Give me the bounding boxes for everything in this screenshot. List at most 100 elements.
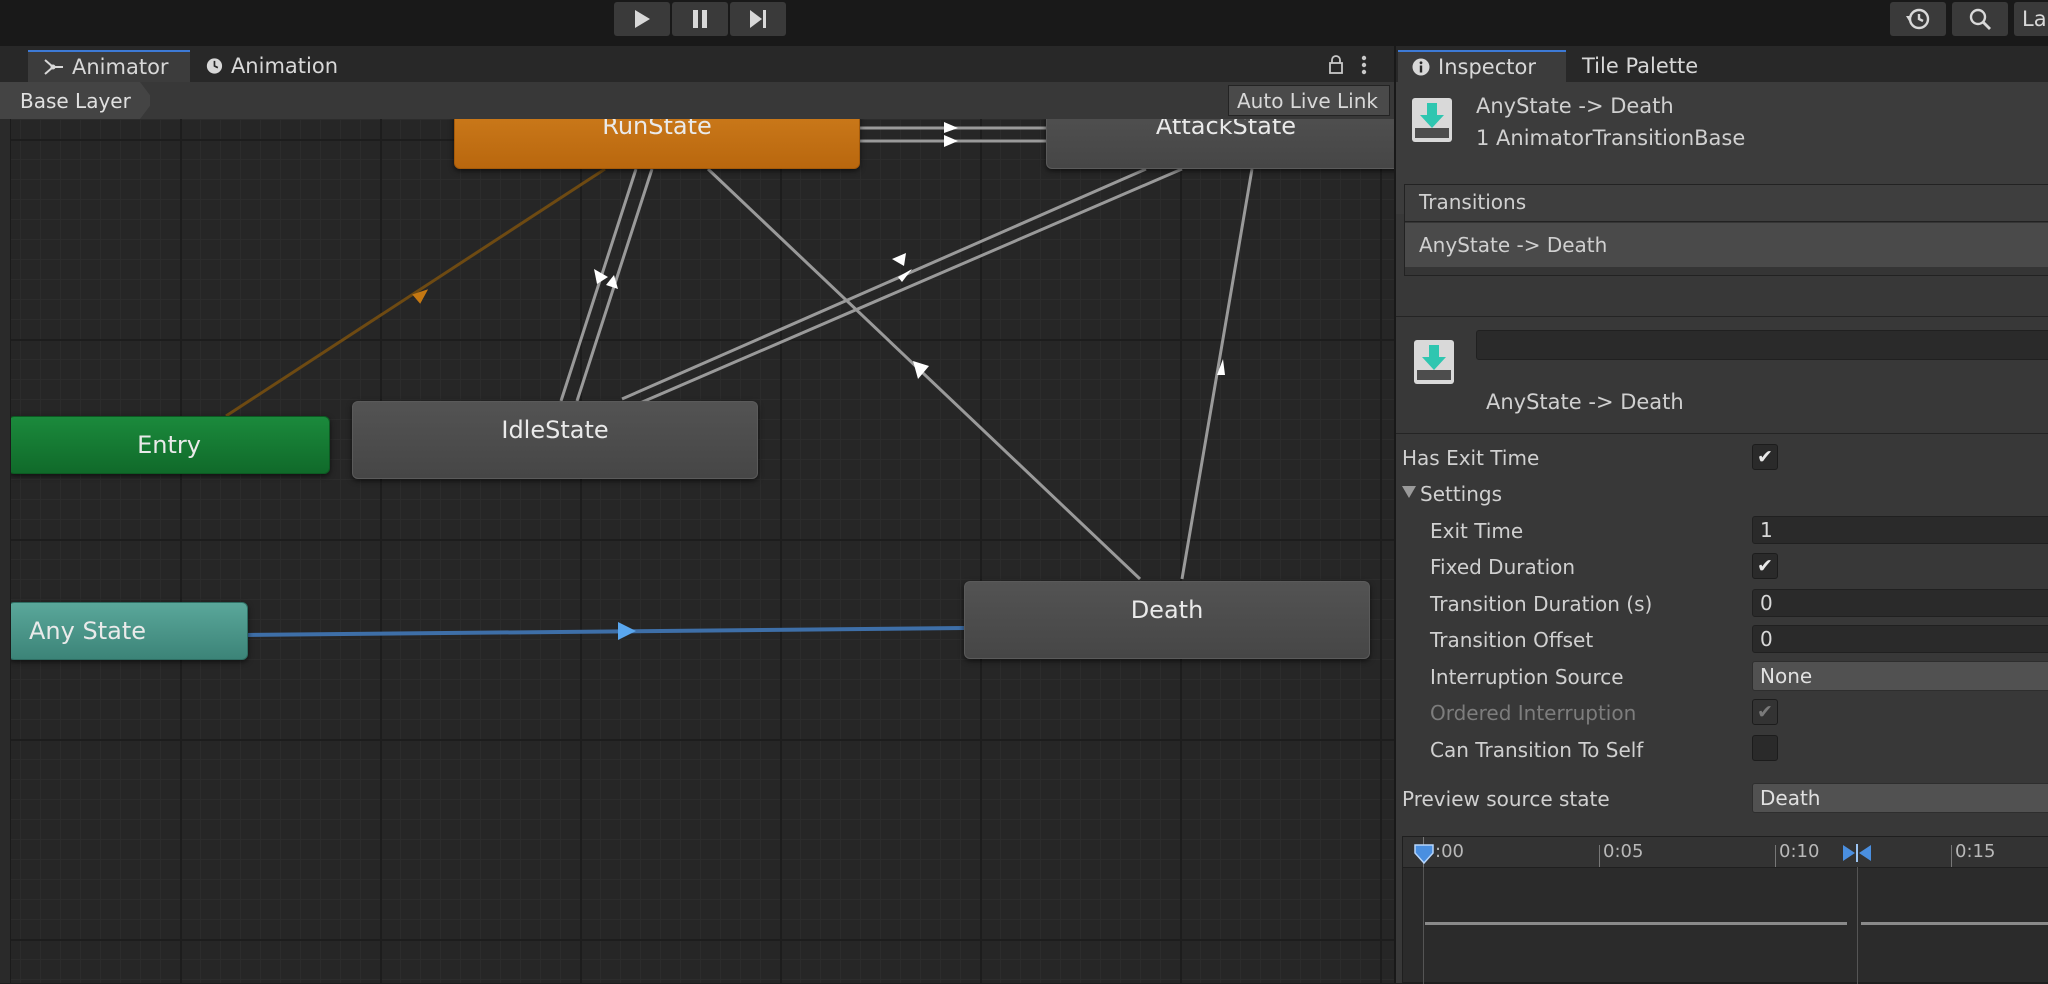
timeline-cursor-line xyxy=(1423,867,1424,984)
search-button[interactable] xyxy=(1952,2,2008,36)
ordered-interruption-checkbox: ✔ xyxy=(1752,699,1778,725)
history-icon xyxy=(1906,8,1930,30)
interruption-source-value: None xyxy=(1760,664,1813,688)
timeline-transition-line xyxy=(1857,867,1858,984)
step-icon xyxy=(750,10,766,28)
state-run-label: RunState xyxy=(602,119,712,140)
transition-duration-label: Transition Duration (s) xyxy=(1430,592,1653,616)
transition-duration-field[interactable]: 0 xyxy=(1752,589,2048,617)
has-exit-time-label: Has Exit Time xyxy=(1402,446,1540,470)
exit-time-field[interactable]: 1 xyxy=(1752,516,2048,544)
animator-window: Animator Animation Base Layer Auto Live … xyxy=(0,46,1394,983)
transition-arrow-icon xyxy=(892,253,906,266)
transition-death-run[interactable] xyxy=(706,167,1142,581)
transition-list-item-label: AnyState -> Death xyxy=(1419,233,1608,257)
step-button[interactable] xyxy=(730,2,786,36)
interruption-source-dropdown[interactable]: None xyxy=(1752,661,2048,691)
layers-dropdown[interactable]: La xyxy=(2014,2,2048,36)
preview-source-value: Death xyxy=(1760,786,1821,810)
kebab-menu-icon[interactable] xyxy=(1360,54,1368,76)
breadcrumb-base-layer[interactable]: Base Layer xyxy=(0,82,150,119)
tab-inspector[interactable]: Inspector xyxy=(1398,50,1566,82)
state-idle[interactable]: IdleState xyxy=(352,401,758,479)
transition-list-item[interactable]: AnyState -> Death xyxy=(1405,223,2048,267)
tick-label: 0:10 xyxy=(1779,841,1820,862)
transition-offset-field[interactable]: 0 xyxy=(1752,625,2048,653)
destination-state-bar xyxy=(1861,922,2048,925)
state-any-label: Any State xyxy=(29,617,146,645)
transition-offset-label: Transition Offset xyxy=(1430,628,1594,652)
can-transition-to-self-label: Can Transition To Self xyxy=(1430,738,1644,762)
clock-icon xyxy=(206,58,223,74)
transitions-header-label: Transitions xyxy=(1419,190,1527,214)
playhead-marker-icon[interactable] xyxy=(1413,843,1435,865)
tab-animation-label: Animation xyxy=(230,54,338,78)
can-transition-to-self-checkbox[interactable] xyxy=(1752,735,1778,761)
fixed-duration-label: Fixed Duration xyxy=(1430,555,1576,579)
history-button[interactable] xyxy=(1890,2,1946,36)
transition-timeline[interactable]: :00 0:05 0:10 0:15 xyxy=(1402,836,2048,984)
transition-arrow-icon xyxy=(618,622,636,640)
transition-marker-icon[interactable] xyxy=(1841,843,1873,863)
lock-icon[interactable] xyxy=(1328,54,1344,74)
check-icon: ✔ xyxy=(1757,555,1773,577)
inspector-subtitle: 1 AnimatorTransitionBase xyxy=(1476,126,1746,150)
fixed-duration-checkbox[interactable]: ✔ xyxy=(1752,553,1778,579)
animator-tab-bar: Animator Animation xyxy=(0,46,1394,82)
inspector-window: Inspector Tile Palette AnyState -> Death… xyxy=(1394,46,2048,984)
has-exit-time-checkbox[interactable]: ✔ xyxy=(1752,444,1778,470)
breadcrumb: Base Layer Auto Live Link xyxy=(0,82,1394,119)
transition-name-label: AnyState -> Death xyxy=(1486,390,1684,414)
state-attack[interactable]: AttackState xyxy=(1046,119,1394,169)
pause-button[interactable] xyxy=(672,2,728,36)
state-idle-label: IdleState xyxy=(501,416,609,444)
transition-arrow-icon xyxy=(944,135,958,147)
state-death-label: Death xyxy=(1130,596,1204,624)
tab-inspector-label: Inspector xyxy=(1438,55,1536,79)
transition-run-idle[interactable] xyxy=(559,168,638,402)
transition-links xyxy=(225,122,1254,640)
transition-icon xyxy=(1412,98,1452,142)
tab-tile-palette[interactable]: Tile Palette xyxy=(1568,50,1718,82)
pause-icon xyxy=(693,10,707,28)
state-run[interactable]: RunState xyxy=(454,119,860,169)
inspector-tab-bar: Inspector Tile Palette xyxy=(1396,46,2048,82)
state-death[interactable]: Death xyxy=(964,581,1370,659)
transition-any-death[interactable] xyxy=(245,626,965,637)
transitions-list: Transitions AnyState -> Death xyxy=(1404,184,2048,276)
transition-death-attack[interactable] xyxy=(1180,168,1254,580)
state-machine-graph[interactable]: RunState AttackState Entry IdleState Any… xyxy=(0,119,1394,983)
state-any[interactable]: Any State xyxy=(8,602,248,660)
layers-label: La xyxy=(2022,7,2047,31)
play-icon xyxy=(635,10,650,28)
info-icon xyxy=(1412,58,1430,76)
animator-icon xyxy=(44,59,63,75)
transition-name-field[interactable] xyxy=(1476,330,2048,360)
preview-source-dropdown[interactable]: Death xyxy=(1752,783,2048,813)
auto-live-link-label: Auto Live Link xyxy=(1237,88,1378,113)
settings-foldout-label[interactable]: Settings xyxy=(1420,482,1502,506)
transition-entry-run[interactable] xyxy=(225,167,606,418)
exit-time-label: Exit Time xyxy=(1430,519,1524,543)
play-button[interactable] xyxy=(614,2,670,36)
transition-attack-idle[interactable] xyxy=(639,167,1183,405)
tick-mark xyxy=(1599,845,1600,867)
transition-idle-attack[interactable] xyxy=(621,167,1147,401)
breadcrumb-label: Base Layer xyxy=(20,88,131,113)
state-entry-label: Entry xyxy=(137,431,201,459)
tab-animator[interactable]: Animator xyxy=(28,50,190,82)
state-attack-label: AttackState xyxy=(1155,119,1297,140)
inspector-title: AnyState -> Death xyxy=(1476,94,1674,118)
state-entry[interactable]: Entry xyxy=(8,416,330,474)
tab-tile-palette-label: Tile Palette xyxy=(1582,54,1699,78)
auto-live-link-button[interactable]: Auto Live Link xyxy=(1228,85,1390,116)
main-toolbar: La xyxy=(0,0,2048,46)
interruption-source-label: Interruption Source xyxy=(1430,665,1624,689)
tab-animation[interactable]: Animation xyxy=(192,50,352,82)
timeline-ruler: :00 0:05 0:10 0:15 xyxy=(1403,837,2048,868)
tick-mark xyxy=(1951,845,1952,867)
tick-label: 0:15 xyxy=(1955,841,1996,862)
foldout-triangle-icon[interactable] xyxy=(1402,486,1416,498)
check-icon: ✔ xyxy=(1757,446,1773,468)
graph-left-edge xyxy=(0,119,11,983)
